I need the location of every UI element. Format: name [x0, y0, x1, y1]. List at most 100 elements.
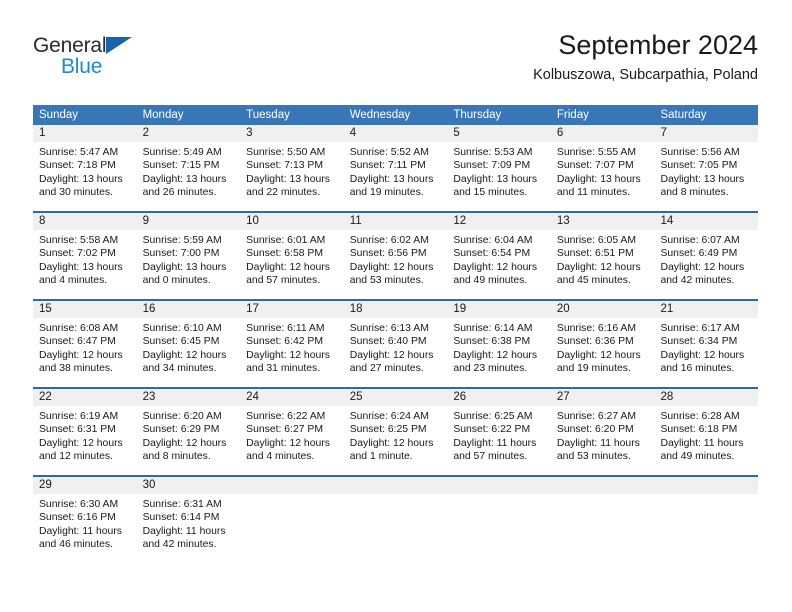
- sunset-text: Sunset: 6:22 PM: [453, 424, 531, 436]
- daylight-text: Daylight: 12 hours and 8 minutes.: [142, 437, 227, 462]
- calendar-day-cell[interactable]: 2 Sunrise: 5:49 AM Sunset: 7:15 PM Daylight…: [136, 125, 241, 211]
- day-number: 18: [343, 301, 448, 318]
- sunrise-text: Sunrise: 6:17 AM: [660, 323, 740, 334]
- calendar-day-cell[interactable]: 7 Sunrise: 5:56 AM Sunset: 7:05 PM Daylight…: [654, 125, 759, 211]
- calendar-day-cell[interactable]: 10 Sunrise: 6:01 AM Sunset: 6:58 PM Dayligh…: [240, 213, 344, 299]
- calendar-page: General Blue September 2024 Kolbuszowa, …: [0, 0, 792, 612]
- sunrise-text: Sunrise: 5:49 AM: [142, 147, 222, 158]
- calendar-day-cell[interactable]: 11 Sunrise: 6:02 AM Sunset: 6:56 PM Dayligh…: [343, 213, 448, 299]
- day-number: 24: [240, 389, 344, 406]
- sunrise-text: Sunrise: 6:05 AM: [556, 235, 637, 246]
- sunrise-text: Sunrise: 6:24 AM: [349, 411, 429, 422]
- daylight-text: Daylight: 12 hours and 49 minutes.: [453, 261, 538, 286]
- calendar-day-cell[interactable]: 3 Sunrise: 5:50 AM Sunset: 7:13 PM Daylight…: [240, 125, 344, 211]
- sunset-text: Sunset: 7:02 PM: [39, 248, 116, 260]
- calendar-day-cell[interactable]: 13 Sunrise: 6:05 AM Sunset: 6:51 PM Dayligh…: [550, 213, 655, 299]
- calendar-day-cell[interactable]: 5 Sunrise: 5:53 AM Sunset: 7:09 PM Daylight…: [447, 125, 551, 211]
- calendar-day-cell[interactable]: 19 Sunrise: 6:14 AM Sunset: 6:38 PM Dayligh…: [447, 301, 551, 387]
- sunrise-text: Sunrise: 6:02 AM: [349, 235, 429, 246]
- day-details: Sunrise: 5:59 AM Sunset: 7:00 PM Daylight:…: [137, 230, 241, 287]
- calendar-day-cell[interactable]: 28 Sunrise: 6:28 AM Sunset: 6:18 PM Dayligh…: [654, 389, 759, 475]
- sunset-text: Sunset: 6:45 PM: [142, 336, 220, 348]
- calendar-day-cell[interactable]: 16 Sunrise: 6:10 AM Sunset: 6:45 PM Dayligh…: [136, 301, 241, 387]
- sunset-text: Sunset: 6:58 PM: [246, 248, 323, 260]
- day-details: Sunrise: 5:58 AM Sunset: 7:02 PM Daylight:…: [33, 230, 137, 287]
- calendar-day-cell[interactable]: 18 Sunrise: 6:13 AM Sunset: 6:40 PM Dayligh…: [343, 301, 448, 387]
- sunrise-text: Sunrise: 5:56 AM: [660, 147, 740, 158]
- weekday-header-wednesday: Wednesday: [349, 109, 411, 121]
- sunrise-text: Sunrise: 5:52 AM: [349, 147, 429, 158]
- sunrise-text: Sunrise: 6:19 AM: [39, 411, 119, 422]
- calendar-day-cell[interactable]: 25 Sunrise: 6:24 AM Sunset: 6:25 PM Dayligh…: [343, 389, 448, 475]
- calendar-day-cell[interactable]: 1 Sunrise: 5:47 AM Sunset: 7:18 PM Daylight…: [33, 125, 137, 211]
- calendar-day-cell[interactable]: 4 Sunrise: 5:52 AM Sunset: 7:11 PM Daylight…: [343, 125, 448, 211]
- sunrise-text: Sunrise: 5:58 AM: [39, 235, 119, 246]
- sunset-text: Sunset: 6:14 PM: [142, 512, 220, 524]
- sunset-text: Sunset: 7:00 PM: [142, 248, 220, 260]
- calendar-day-cell[interactable]: 26 Sunrise: 6:25 AM Sunset: 6:22 PM Dayligh…: [447, 389, 551, 475]
- calendar-day-cell[interactable]: 22 Sunrise: 6:19 AM Sunset: 6:31 PM Dayligh…: [33, 389, 137, 475]
- day-details: Sunrise: 6:25 AM Sunset: 6:22 PM Daylight:…: [447, 406, 551, 463]
- page-header: General Blue September 2024 Kolbuszowa, …: [33, 28, 758, 98]
- daylight-text: Daylight: 12 hours and 23 minutes.: [453, 349, 538, 374]
- calendar-week-row: 8 Sunrise: 5:58 AM Sunset: 7:02 PM Daylight…: [33, 211, 759, 299]
- daylight-text: Daylight: 12 hours and 45 minutes.: [556, 261, 641, 286]
- title-block: September 2024 Kolbuszowa, Subcarpathia,…: [533, 28, 758, 86]
- weekday-header-tuesday: Tuesday: [246, 109, 290, 121]
- calendar-day-cell[interactable]: 9 Sunrise: 5:59 AM Sunset: 7:00 PM Daylight…: [136, 213, 241, 299]
- daylight-text: Daylight: 13 hours and 0 minutes.: [142, 261, 227, 286]
- calendar-day-cell[interactable]: 15 Sunrise: 6:08 AM Sunset: 6:47 PM Dayligh…: [33, 301, 137, 387]
- day-number: 21: [654, 301, 759, 318]
- calendar-day-cell[interactable]: 29 Sunrise: 6:30 AM Sunset: 6:16 PM Dayligh…: [33, 477, 137, 563]
- day-number: 7: [654, 125, 759, 142]
- day-details: Sunrise: 6:11 AM Sunset: 6:42 PM Daylight:…: [240, 318, 344, 375]
- daylight-text: Daylight: 13 hours and 30 minutes.: [39, 173, 123, 198]
- calendar-day-cell[interactable]: 30 Sunrise: 6:31 AM Sunset: 6:14 PM Dayligh…: [136, 477, 241, 563]
- calendar-day-cell[interactable]: 14 Sunrise: 6:07 AM Sunset: 6:49 PM Dayligh…: [654, 213, 759, 299]
- sunrise-text: Sunrise: 6:08 AM: [39, 323, 119, 334]
- day-number: [343, 477, 448, 494]
- sunrise-text: Sunrise: 5:55 AM: [556, 147, 637, 158]
- sunset-text: Sunset: 6:49 PM: [660, 248, 738, 260]
- daylight-text: Daylight: 13 hours and 15 minutes.: [453, 173, 538, 198]
- sunset-text: Sunset: 6:38 PM: [453, 336, 531, 348]
- sunset-text: Sunset: 6:34 PM: [660, 336, 738, 348]
- day-details: Sunrise: 6:30 AM Sunset: 6:16 PM Daylight:…: [33, 494, 137, 551]
- generalblue-logo[interactable]: General Blue: [33, 34, 183, 82]
- day-details: Sunrise: 6:22 AM Sunset: 6:27 PM Daylight:…: [240, 406, 344, 463]
- calendar-day-cell[interactable]: 6 Sunrise: 5:55 AM Sunset: 7:07 PM Daylight…: [550, 125, 655, 211]
- daylight-text: Daylight: 12 hours and 53 minutes.: [349, 261, 434, 286]
- sunrise-text: Sunrise: 6:11 AM: [246, 323, 325, 334]
- calendar-day-cell[interactable]: 23 Sunrise: 6:20 AM Sunset: 6:29 PM Dayligh…: [136, 389, 241, 475]
- sunrise-text: Sunrise: 6:14 AM: [453, 323, 533, 334]
- sunrise-text: Sunrise: 6:31 AM: [142, 499, 222, 510]
- calendar-day-cell[interactable]: 17 Sunrise: 6:11 AM Sunset: 6:42 PM Dayligh…: [240, 301, 344, 387]
- calendar-day-cell[interactable]: 8 Sunrise: 5:58 AM Sunset: 7:02 PM Daylight…: [33, 213, 137, 299]
- calendar-day-cell-empty: [240, 477, 344, 563]
- calendar-day-cell[interactable]: 20 Sunrise: 6:16 AM Sunset: 6:36 PM Dayligh…: [550, 301, 655, 387]
- calendar-day-cell[interactable]: 12 Sunrise: 6:04 AM Sunset: 6:54 PM Dayligh…: [447, 213, 551, 299]
- calendar-day-cell[interactable]: 24 Sunrise: 6:22 AM Sunset: 6:27 PM Dayligh…: [240, 389, 344, 475]
- day-details: Sunrise: 6:24 AM Sunset: 6:25 PM Daylight:…: [344, 406, 448, 463]
- day-number: [447, 477, 551, 494]
- day-details: Sunrise: 5:47 AM Sunset: 7:18 PM Daylight:…: [33, 142, 137, 199]
- calendar-day-cell[interactable]: 27 Sunrise: 6:27 AM Sunset: 6:20 PM Dayligh…: [550, 389, 655, 475]
- day-number: 9: [136, 213, 241, 230]
- sunrise-text: Sunrise: 6:01 AM: [246, 235, 326, 246]
- sunset-text: Sunset: 7:18 PM: [39, 160, 116, 172]
- day-number: [654, 477, 759, 494]
- daylight-text: Daylight: 13 hours and 26 minutes.: [142, 173, 227, 198]
- sunset-text: Sunset: 7:07 PM: [556, 160, 634, 172]
- calendar-day-cell-empty: [550, 477, 655, 563]
- daylight-text: Daylight: 12 hours and 1 minute.: [349, 437, 434, 462]
- sunrise-text: Sunrise: 6:10 AM: [142, 323, 222, 334]
- daylight-text: Daylight: 11 hours and 46 minutes.: [39, 525, 122, 550]
- weekday-header-sunday: Sunday: [39, 109, 79, 121]
- day-number: 25: [343, 389, 448, 406]
- daylight-text: Daylight: 13 hours and 19 minutes.: [349, 173, 434, 198]
- calendar-day-cell[interactable]: 21 Sunrise: 6:17 AM Sunset: 6:34 PM Dayligh…: [654, 301, 759, 387]
- day-number: 27: [550, 389, 655, 406]
- day-details: Sunrise: 6:31 AM Sunset: 6:14 PM Daylight:…: [137, 494, 241, 551]
- sunset-text: Sunset: 6:40 PM: [349, 336, 427, 348]
- weekday-header-row: Sunday Monday Tuesday Wednesday Thursday…: [33, 105, 758, 125]
